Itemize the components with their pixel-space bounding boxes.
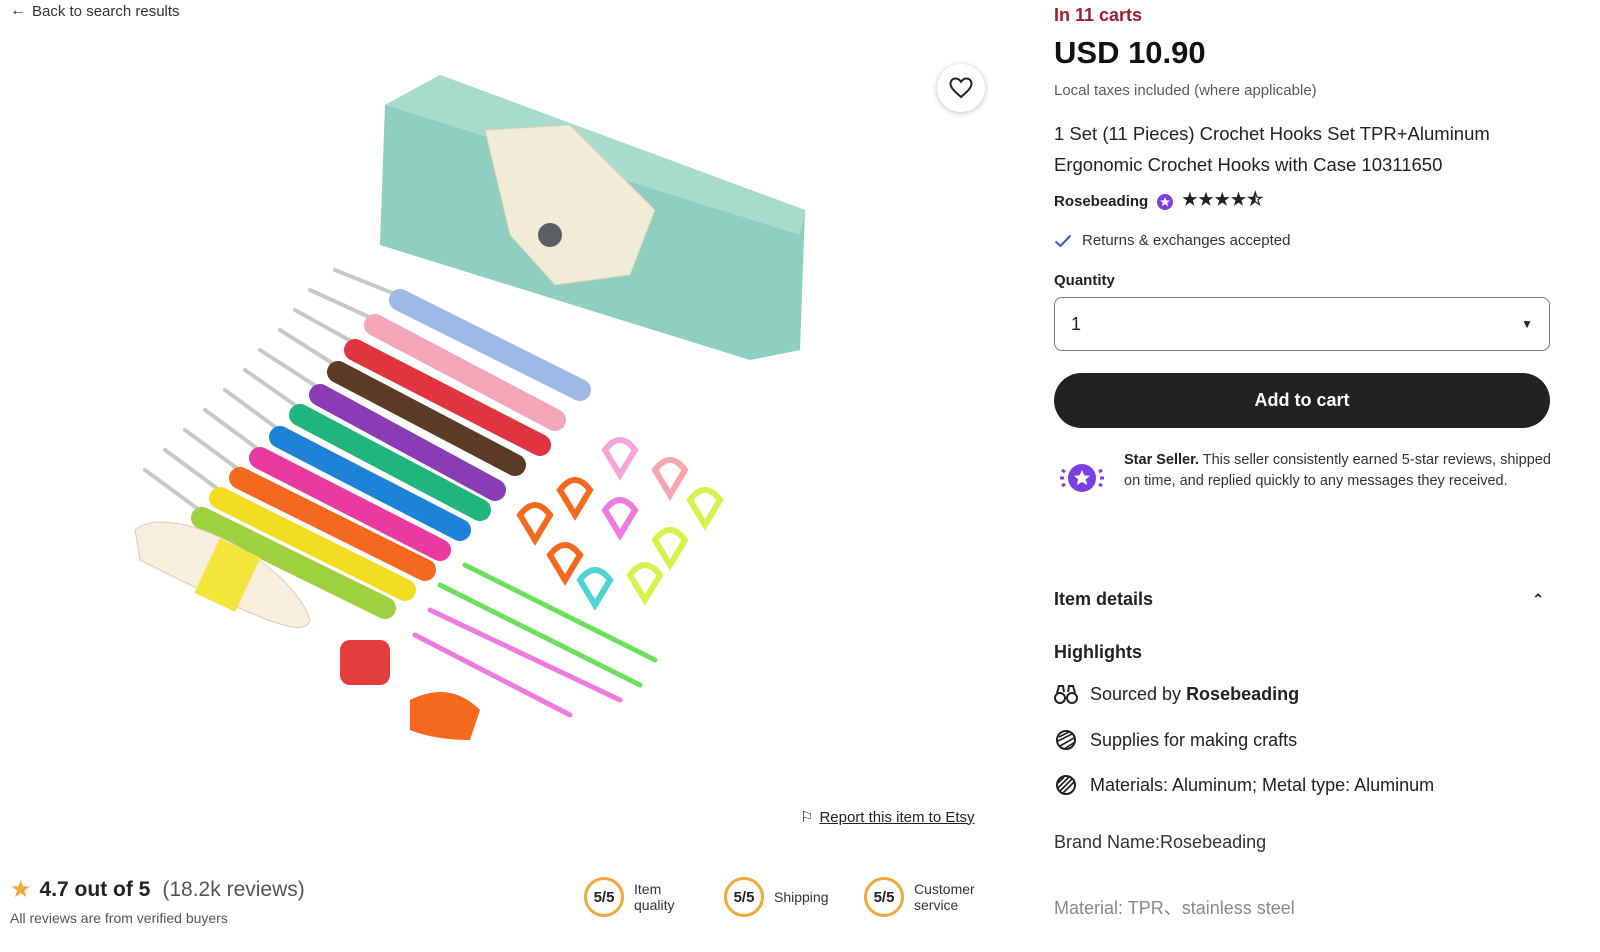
score-ring: 5/5 xyxy=(584,877,624,917)
star-seller-badge-icon xyxy=(1157,193,1174,210)
material-description: Material: TPR、stainless steel xyxy=(1054,898,1295,918)
score-label: service xyxy=(914,897,959,913)
report-item-link[interactable]: ⚐ Report this item to Etsy xyxy=(800,808,975,827)
caret-down-icon: ▼ xyxy=(1521,317,1533,331)
star-seller-notice: Star Seller. This seller consistently ea… xyxy=(1054,450,1554,506)
score-ring: 5/5 xyxy=(864,877,904,917)
arrow-left-icon: ← xyxy=(10,2,26,19)
chevron-up-icon: ⌃ xyxy=(1532,591,1544,607)
back-to-search-link[interactable]: ← Back to search results xyxy=(10,2,180,20)
sourced-prefix: Sourced by xyxy=(1090,683,1187,704)
highlight-sourced: Sourced by Rosebeading xyxy=(1054,683,1299,705)
star-seller-title: Star Seller. xyxy=(1124,452,1199,468)
score-label: quality xyxy=(634,897,675,913)
verified-note: All reviews are from verified buyers xyxy=(10,910,228,926)
score-label: Customer xyxy=(914,881,975,897)
favorite-button[interactable] xyxy=(937,64,985,112)
star-icon: ★ xyxy=(10,876,32,903)
returns-label: Returns & exchanges accepted xyxy=(1082,232,1291,249)
rating-value: 4.7 out of 5 xyxy=(39,877,151,901)
listing-title: 1 Set (11 Pieces) Crochet Hooks Set TPR+… xyxy=(1054,123,1490,175)
shop-name[interactable]: Rosebeading xyxy=(1054,193,1148,210)
quantity-select[interactable]: 1 ▼ xyxy=(1054,297,1550,351)
taxes-note: Local taxes included (where applicable) xyxy=(1054,82,1317,99)
score-label: Shipping xyxy=(774,889,829,905)
shop-rating-stars: ★★★★⯪ xyxy=(1182,190,1265,209)
review-rating: ★ 4.7 out of 5 (18.2k reviews) xyxy=(10,875,305,904)
back-label: Back to search results xyxy=(32,2,180,20)
sourced-shop-link[interactable]: Rosebeading xyxy=(1186,684,1299,704)
shop-info[interactable]: Rosebeading ★★★★⯪ xyxy=(1054,187,1264,216)
returns-info: Returns & exchanges accepted xyxy=(1054,232,1290,249)
review-count: (18.2k reviews) xyxy=(162,877,305,901)
heart-icon xyxy=(949,77,973,99)
score-label: Item xyxy=(634,881,662,897)
flag-icon: ⚐ xyxy=(800,809,814,826)
report-label: Report this item to Etsy xyxy=(819,808,975,826)
quantity-value: 1 xyxy=(1071,313,1082,334)
star-seller-icon xyxy=(1060,464,1104,492)
materials-label: Materials: Aluminum; Metal type: Aluminu… xyxy=(1090,774,1435,795)
product-image[interactable] xyxy=(110,60,870,780)
binoculars-icon xyxy=(1054,685,1078,704)
item-details-toggle[interactable]: Item details ⌃ xyxy=(1054,589,1544,610)
quantity-label: Quantity xyxy=(1054,272,1115,289)
in-carts-badge: In 11 carts xyxy=(1054,5,1143,25)
highlight-materials: Materials: Aluminum; Metal type: Aluminu… xyxy=(1054,773,1434,797)
highlights-title: Highlights xyxy=(1054,642,1142,662)
score-customer-service: 5/5 Customer service xyxy=(864,877,975,917)
brand-name: Brand Name:Rosebeading xyxy=(1054,832,1267,852)
highlight-supplies: Supplies for making crafts xyxy=(1054,728,1297,752)
score-ring: 5/5 xyxy=(724,877,764,917)
materials-icon xyxy=(1056,775,1076,795)
add-to-cart-button[interactable]: Add to cart xyxy=(1054,373,1550,428)
supplies-label: Supplies for making crafts xyxy=(1090,729,1298,750)
yarn-ball-icon xyxy=(1056,730,1076,750)
score-item-quality: 5/5 Item quality xyxy=(584,877,674,917)
item-details-title: Item details xyxy=(1054,589,1154,609)
score-shipping: 5/5 Shipping xyxy=(724,877,829,917)
price: USD 10.90 xyxy=(1054,35,1206,70)
checkmark-icon xyxy=(1054,234,1072,247)
